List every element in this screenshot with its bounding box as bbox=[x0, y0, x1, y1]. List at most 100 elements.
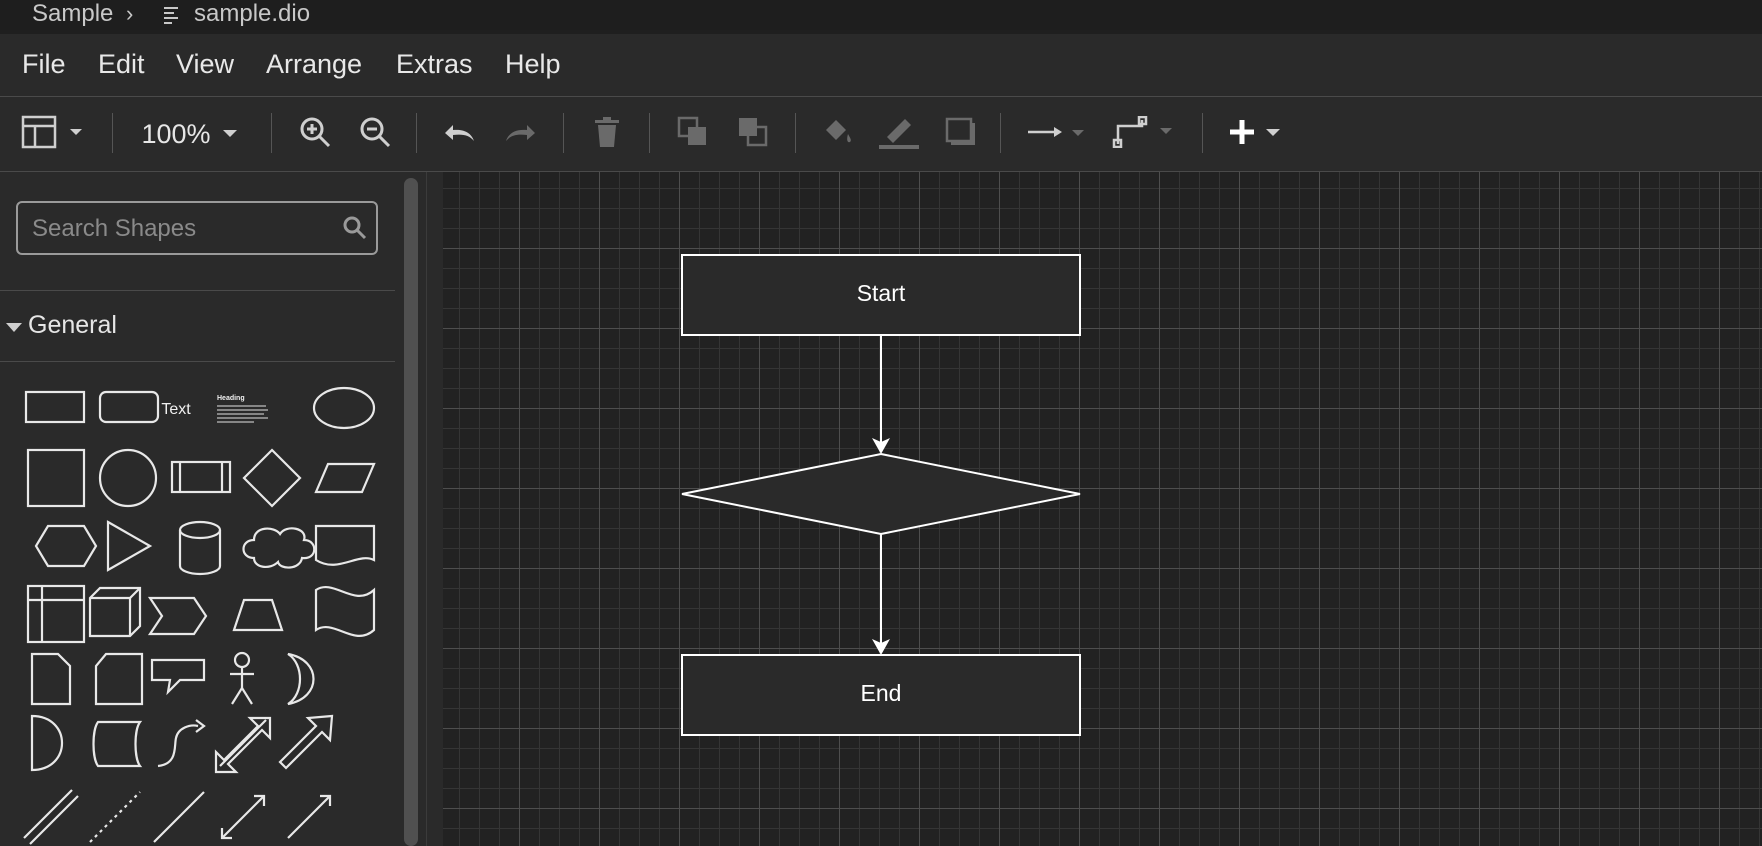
shape-delay[interactable] bbox=[30, 714, 64, 772]
toolbar-separator bbox=[1202, 113, 1203, 153]
connection-arrow-icon bbox=[1024, 122, 1090, 147]
menu-extras[interactable]: Extras bbox=[396, 34, 473, 94]
shape-double-line[interactable] bbox=[23, 789, 79, 845]
menu-file[interactable]: File bbox=[22, 34, 66, 94]
line-color-icon bbox=[879, 115, 919, 154]
shape-cylinder[interactable] bbox=[178, 520, 222, 576]
shape-cube[interactable] bbox=[88, 586, 142, 638]
shape-internal-storage[interactable] bbox=[26, 584, 86, 644]
file-lines-icon bbox=[162, 4, 180, 34]
diagram-canvas[interactable]: Start End bbox=[443, 172, 1762, 846]
search-box bbox=[16, 201, 378, 255]
shape-callout[interactable] bbox=[150, 658, 206, 696]
shape-hexagon[interactable] bbox=[34, 524, 98, 568]
shape-square[interactable] bbox=[26, 448, 86, 508]
shape-line[interactable] bbox=[153, 791, 205, 843]
shape-diamond[interactable] bbox=[242, 448, 302, 508]
toolbar-separator bbox=[416, 113, 417, 153]
shape-process[interactable] bbox=[170, 460, 232, 494]
line-color-button[interactable] bbox=[876, 97, 922, 171]
insert-plus-icon bbox=[1228, 117, 1294, 152]
toolbar-separator bbox=[1000, 113, 1001, 153]
zoom-level: 100% bbox=[141, 118, 211, 149]
zoom-in-button[interactable] bbox=[292, 97, 338, 171]
shape-dotted-line[interactable] bbox=[89, 791, 141, 843]
search-icon[interactable] bbox=[342, 215, 368, 246]
delete-button[interactable] bbox=[584, 97, 630, 171]
undo-icon bbox=[441, 119, 477, 150]
shape-or[interactable] bbox=[287, 652, 315, 706]
shape-palette: Text Heading bbox=[23, 386, 376, 845]
search-shapes-input[interactable] bbox=[30, 203, 334, 255]
breadcrumb-file[interactable]: sample.dio bbox=[194, 0, 310, 30]
toolbar-separator bbox=[112, 113, 113, 153]
sidebar-divider-line bbox=[0, 290, 395, 291]
end-node-label: End bbox=[860, 680, 902, 706]
shape-text[interactable]: Text bbox=[161, 401, 191, 418]
layout-panel-icon bbox=[18, 112, 90, 157]
chevron-down-icon bbox=[222, 125, 237, 143]
zoom-out-icon bbox=[358, 115, 392, 154]
shape-tape[interactable] bbox=[314, 586, 376, 637]
diagram-svg bbox=[681, 254, 1081, 736]
shape-circle[interactable] bbox=[98, 448, 158, 508]
shadow-icon bbox=[945, 117, 977, 152]
layout-panel-button[interactable] bbox=[18, 97, 90, 171]
shape-actor[interactable] bbox=[230, 651, 254, 705]
shape-cloud[interactable] bbox=[242, 527, 316, 569]
menu-help[interactable]: Help bbox=[505, 34, 561, 94]
toolbar-separator bbox=[271, 113, 272, 153]
menu-arrange[interactable]: Arrange bbox=[266, 34, 362, 94]
to-back-icon bbox=[737, 116, 769, 153]
fill-color-button[interactable] bbox=[814, 97, 860, 171]
toolbar-separator bbox=[563, 113, 564, 153]
shape-directional-connector[interactable] bbox=[287, 794, 332, 839]
shape-triangle[interactable] bbox=[106, 520, 153, 572]
shape-note[interactable] bbox=[30, 652, 72, 706]
general-section-header[interactable]: General bbox=[0, 300, 395, 350]
shape-card[interactable] bbox=[94, 652, 144, 706]
shape-step[interactable] bbox=[147, 596, 208, 636]
general-section-label: General bbox=[28, 311, 117, 339]
caret-down-icon bbox=[6, 320, 22, 338]
undo-button[interactable] bbox=[436, 97, 482, 171]
shape-bidirectional-connector[interactable] bbox=[220, 794, 266, 840]
connection-style-button[interactable] bbox=[1024, 97, 1090, 171]
shape-heading-textbox[interactable]: Heading bbox=[217, 395, 268, 423]
shape-rounded-rectangle[interactable] bbox=[98, 390, 160, 424]
shadow-button[interactable] bbox=[938, 97, 984, 171]
shape-block-arrow[interactable] bbox=[278, 714, 334, 770]
decision-node[interactable] bbox=[681, 452, 1081, 536]
shape-document[interactable] bbox=[314, 524, 376, 566]
menu-edit[interactable]: Edit bbox=[98, 34, 145, 94]
shape-heading-title: Heading bbox=[217, 395, 245, 402]
shape-curve-arrow[interactable] bbox=[157, 719, 206, 768]
to-back-button[interactable] bbox=[730, 97, 776, 171]
to-front-icon bbox=[677, 116, 709, 153]
shape-ellipse[interactable] bbox=[312, 386, 376, 430]
zoom-in-icon bbox=[298, 115, 332, 154]
shape-trapezoid[interactable] bbox=[232, 598, 284, 632]
fill-color-icon bbox=[820, 116, 854, 153]
zoom-out-button[interactable] bbox=[352, 97, 398, 171]
redo-button[interactable] bbox=[498, 97, 544, 171]
toolbar: 100% bbox=[0, 97, 1762, 172]
breadcrumb: Sample › sample.dio bbox=[0, 0, 1762, 30]
breadcrumb-chevron-icon: › bbox=[126, 1, 134, 26]
start-node-label: Start bbox=[856, 280, 906, 306]
shape-data-storage[interactable] bbox=[92, 720, 143, 768]
sidebar-resize-handle[interactable] bbox=[426, 172, 443, 846]
shape-rectangle[interactable] bbox=[24, 390, 86, 424]
menu-bar: File Edit View Arrange Extras Help bbox=[0, 34, 1762, 97]
delete-icon bbox=[593, 116, 621, 153]
to-front-button[interactable] bbox=[670, 97, 716, 171]
zoom-select[interactable]: 100% bbox=[128, 97, 250, 171]
waypoints-button[interactable] bbox=[1112, 97, 1178, 171]
shape-bidirectional-arrow[interactable] bbox=[214, 716, 272, 774]
sidebar-scrollbar[interactable] bbox=[404, 178, 418, 846]
menu-view[interactable]: View bbox=[176, 34, 234, 94]
insert-button[interactable] bbox=[1228, 97, 1294, 171]
shape-parallelogram[interactable] bbox=[314, 462, 376, 494]
sidebar-divider-line bbox=[0, 361, 395, 362]
breadcrumb-folder[interactable]: Sample bbox=[32, 0, 113, 30]
